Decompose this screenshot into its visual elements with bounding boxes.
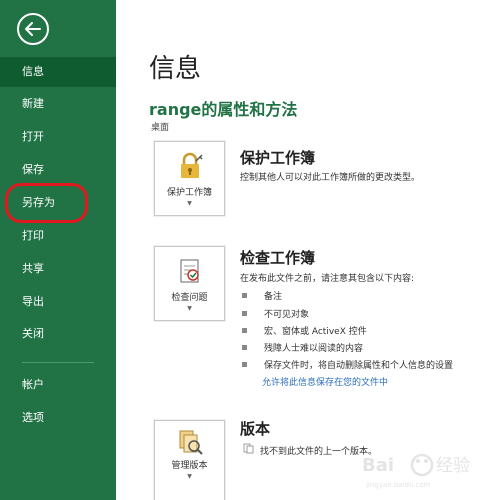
protect-workbook-tile-label: 保护工作簿 [166, 188, 212, 198]
nav-item-account[interactable]: 帐户 [0, 370, 116, 400]
protect-workbook-title: 保护工作簿 [240, 149, 316, 167]
bullet-marker [242, 311, 247, 316]
nav-item-new[interactable]: 新建 [0, 89, 116, 119]
nav-item-options[interactable]: 选项 [0, 403, 116, 433]
back-arrow-icon [25, 22, 41, 36]
inspect-workbook-title: 检查工作簿 [240, 249, 316, 267]
protect-workbook-button[interactable]: 保护工作簿 ▼ [154, 141, 225, 216]
nav-item-info[interactable]: 信息 [0, 57, 116, 87]
nav-item-print[interactable]: 打印 [0, 221, 116, 251]
inspect-item-personal-info: 保存文件时，将自动删除属性和个人信息的设置 [264, 361, 454, 371]
inspect-item-accessibility: 残障人士难以阅读的内容 [264, 344, 364, 354]
bullet-marker [242, 362, 247, 367]
svg-text:Bai: Bai [362, 455, 394, 476]
nav-item-save[interactable]: 保存 [0, 155, 116, 185]
nav-item-share[interactable]: 共享 [0, 254, 116, 284]
inspect-item-invisible-objects: 不可见对象 [264, 310, 310, 320]
manage-versions-button[interactable]: 管理版本 ▼ [154, 420, 225, 500]
page-title: 信息 [149, 54, 202, 84]
bullet-marker [242, 345, 247, 350]
dropdown-caret-icon: ▼ [187, 200, 192, 207]
document-name: range的属性和方法 [149, 100, 298, 119]
back-button[interactable] [17, 13, 49, 45]
inspect-document-icon [180, 259, 199, 283]
lock-icon [180, 152, 203, 178]
inspect-item-macros: 宏、窗体或 ActiveX 控件 [264, 327, 367, 337]
svg-text:jingyan.baidu.com: jingyan.baidu.com [365, 481, 431, 489]
svg-text:经验: 经验 [436, 456, 470, 476]
versions-title: 版本 [240, 420, 271, 438]
backstage-sidebar: 信息 新建 打开 保存 另存为 打印 共享 导出 关闭 帐户 选项 [0, 0, 116, 500]
document-versions-icon [243, 443, 254, 454]
check-for-issues-button[interactable]: 检查问题 ▼ [154, 246, 225, 321]
dropdown-caret-icon: ▼ [187, 305, 192, 312]
manage-versions-icon [179, 430, 203, 455]
manage-versions-tile-label: 管理版本 [171, 461, 208, 471]
check-for-issues-tile-label: 检查问题 [171, 293, 208, 303]
nav-item-open[interactable]: 打开 [0, 122, 116, 152]
allow-save-info-link[interactable]: 允许将此信息保存在您的文件中 [262, 375, 388, 388]
nav-item-close[interactable]: 关闭 [0, 319, 116, 349]
nav-divider [22, 362, 94, 363]
protect-workbook-description: 控制其他人可以对此工作簿所做的更改类型。 [240, 173, 421, 183]
inspect-item-comments: 备注 [264, 292, 283, 302]
dropdown-caret-icon: ▼ [187, 473, 192, 480]
nav-item-export[interactable]: 导出 [0, 287, 116, 317]
bullet-marker [242, 328, 247, 333]
watermark-logo: Bai 经验 jingyan.baidu.com [362, 453, 470, 489]
info-pane: 信息 range的属性和方法 桌面 保护工作簿 ▼ 保护工作簿 控制其他人可以对… [116, 0, 491, 500]
nav-item-save-as[interactable]: 另存为 [0, 188, 116, 218]
document-path: 桌面 [151, 123, 170, 133]
inspect-workbook-description: 在发布此文件之前，请注意其包含以下内容: [240, 274, 415, 284]
bullet-marker [242, 293, 247, 298]
